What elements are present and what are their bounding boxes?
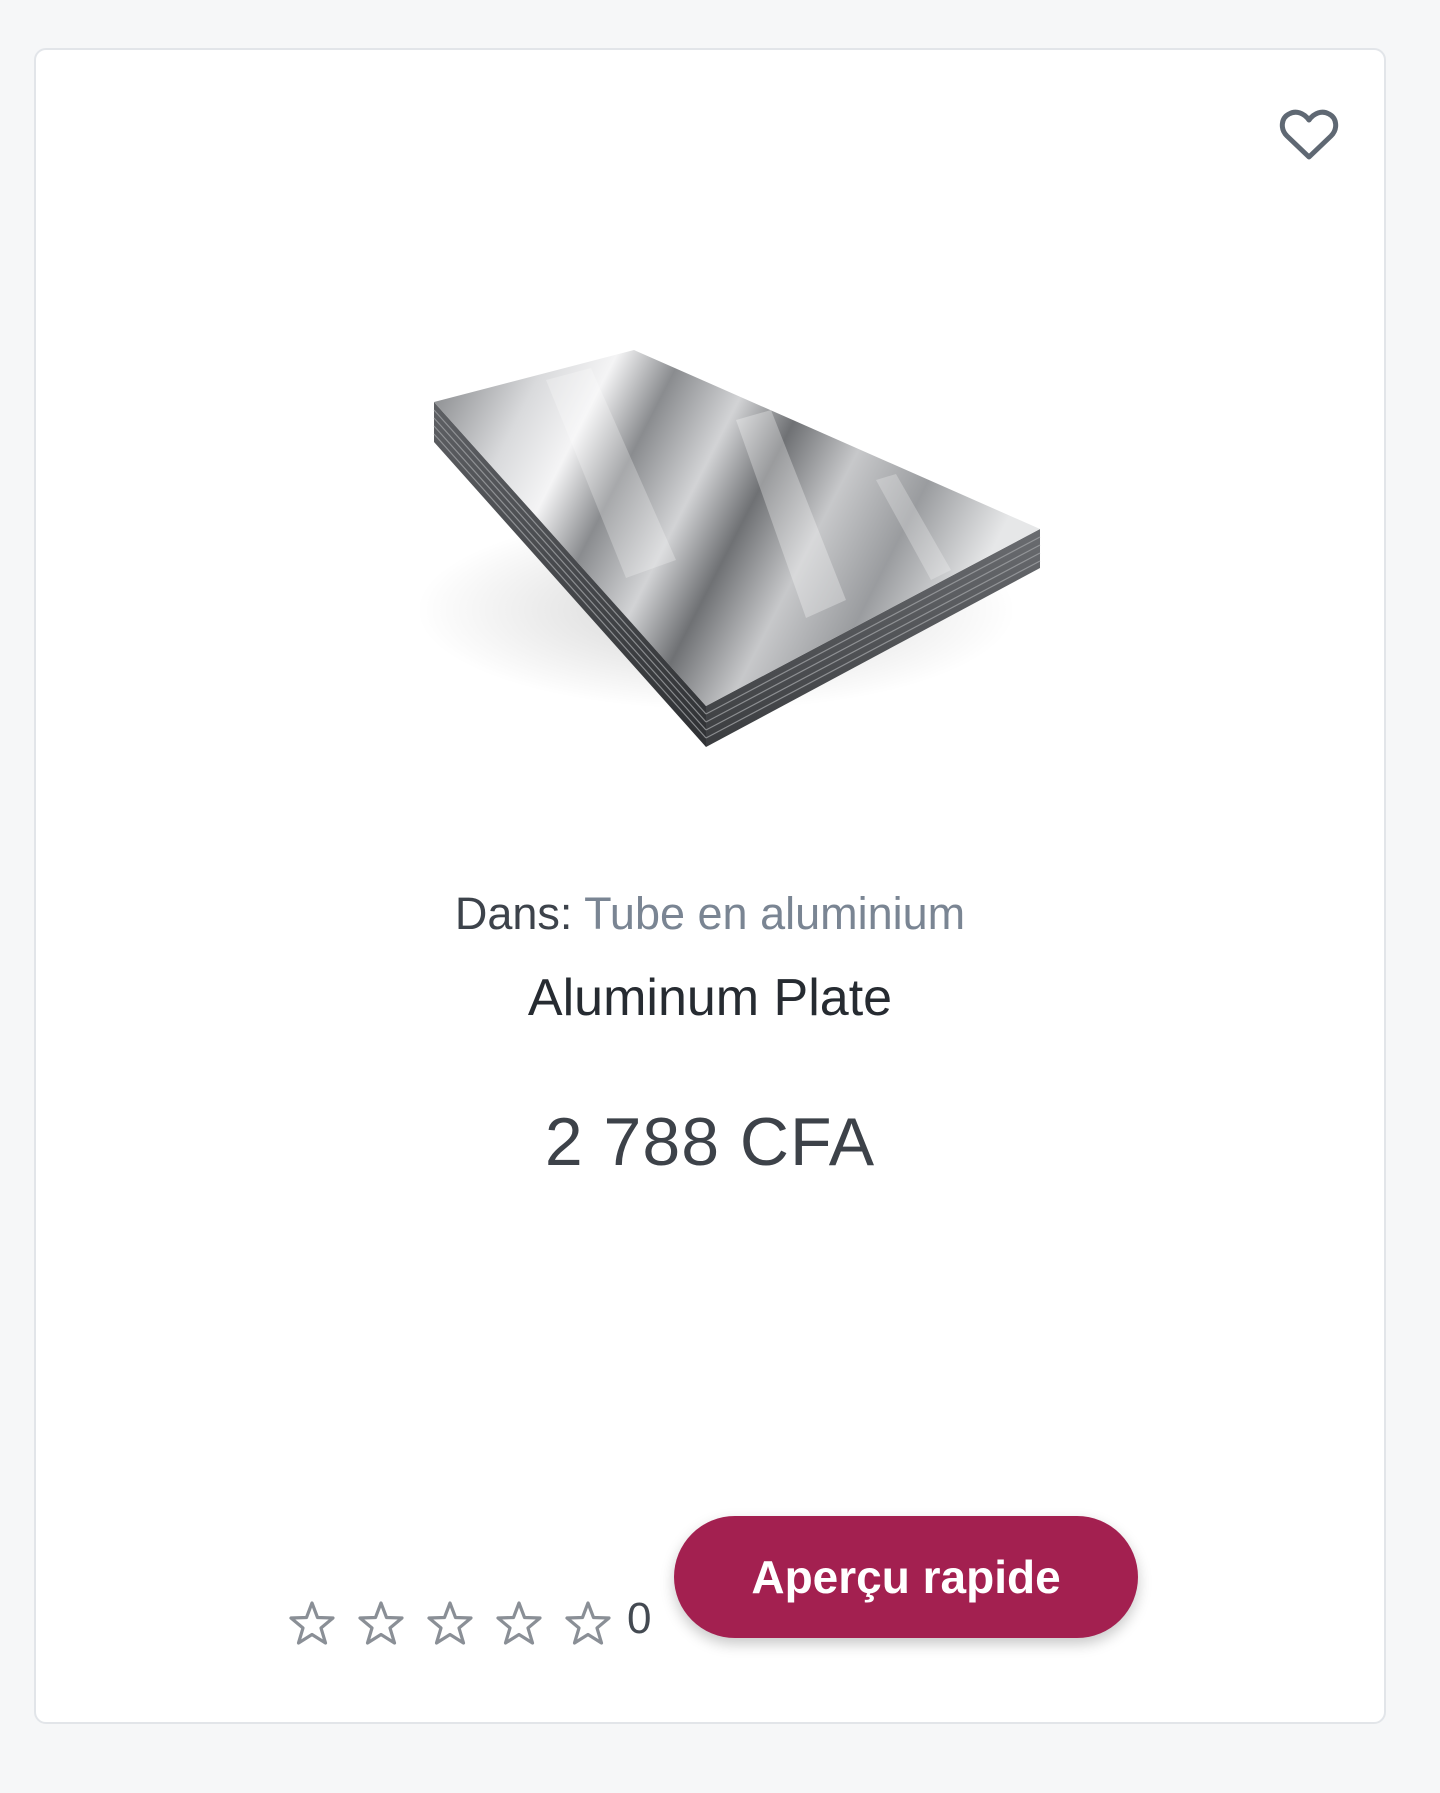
product-card: Dans: Tube en aluminium Aluminum Plate 2… <box>34 48 1386 1724</box>
star-icon <box>286 1598 338 1650</box>
product-rating: 0 <box>286 1586 651 1662</box>
star-icon <box>424 1598 476 1650</box>
quick-view-button[interactable]: Aperçu rapide <box>674 1516 1138 1638</box>
wishlist-button[interactable] <box>1274 100 1344 170</box>
star-icon <box>493 1598 545 1650</box>
star-icon <box>355 1598 407 1650</box>
rating-count: 0 <box>627 1594 652 1643</box>
product-price: 2 788 CFA <box>544 1104 876 1180</box>
heart-icon <box>1279 109 1339 160</box>
star-icon <box>562 1598 614 1650</box>
product-category: Dans: Tube en aluminium <box>36 886 1384 942</box>
category-prefix: Dans: <box>454 888 573 939</box>
product-title[interactable]: Aluminum Plate <box>36 966 1384 1030</box>
product-image[interactable] <box>376 310 1056 770</box>
category-link[interactable]: Tube en aluminium <box>584 888 965 939</box>
